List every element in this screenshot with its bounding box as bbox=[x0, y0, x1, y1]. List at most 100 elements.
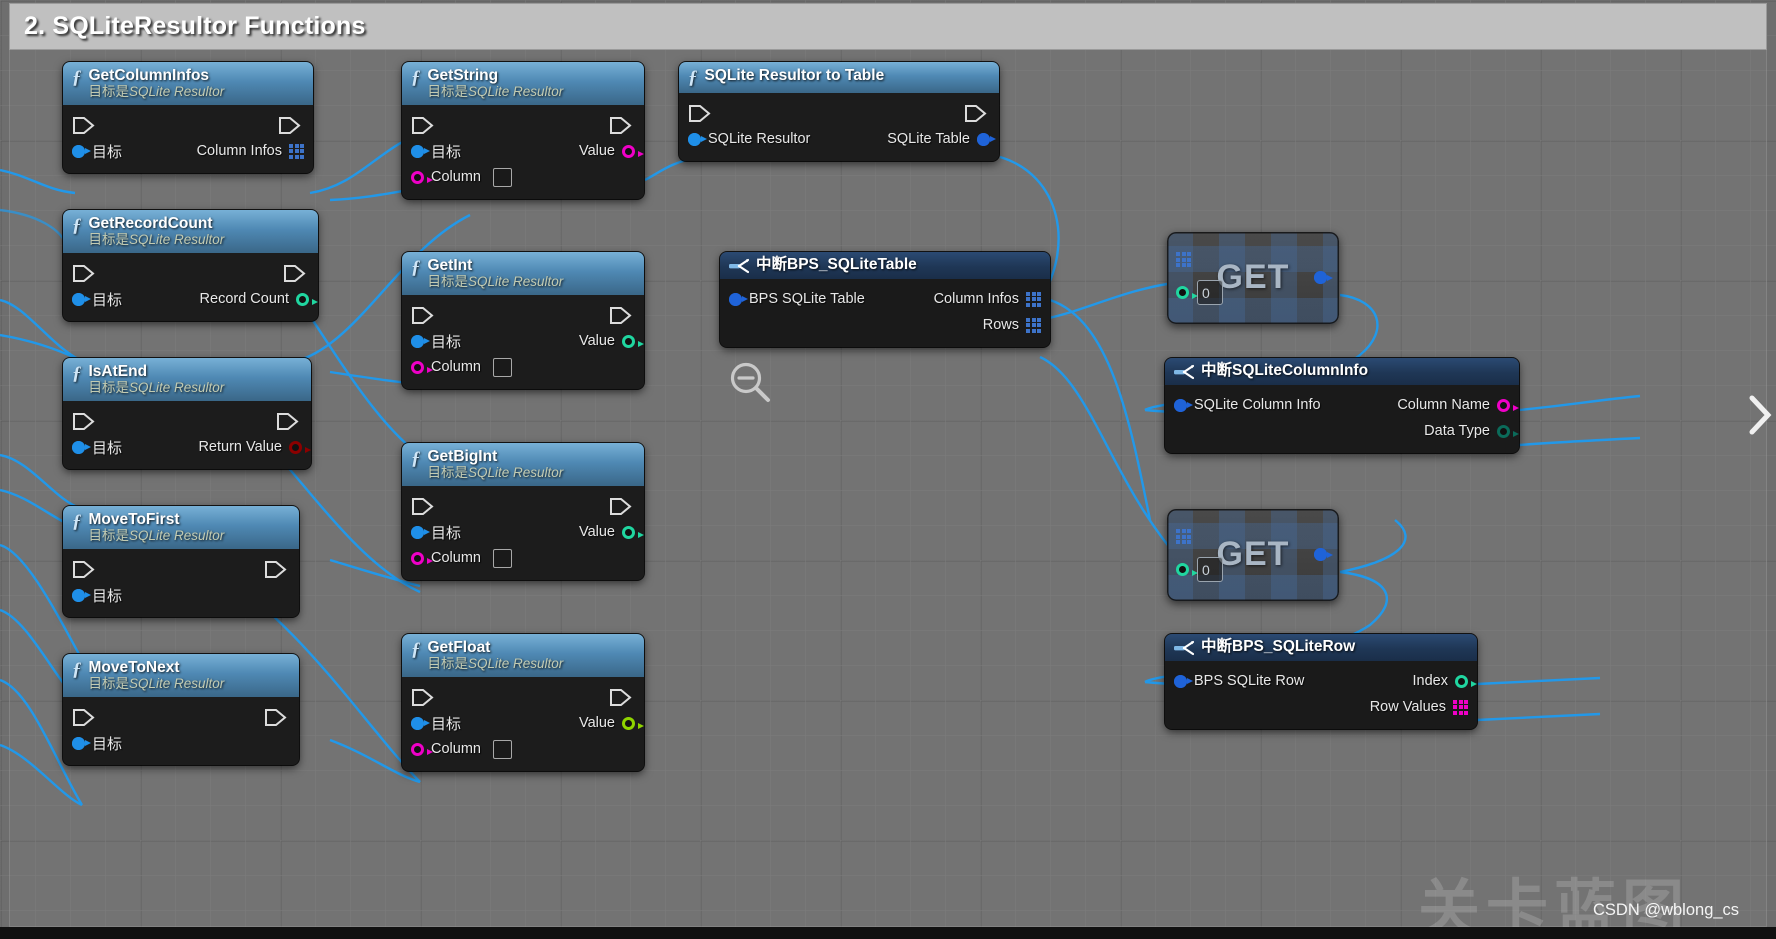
array-input-pin-icon[interactable] bbox=[1176, 529, 1191, 544]
node-get-array-element-top[interactable]: GET 0 bbox=[1167, 232, 1339, 324]
node-header[interactable]: ƒ GetBigInt 目标是SQLite Resultor bbox=[402, 443, 644, 487]
node-body: 目标 Value Column bbox=[402, 105, 644, 200]
input-pin-icon[interactable] bbox=[72, 292, 91, 306]
literal-value-field[interactable] bbox=[492, 548, 512, 568]
comment-title-bar[interactable]: 2. SQLiteResultor Functions bbox=[9, 3, 1767, 50]
node-header[interactable]: ƒ SQLite Resultor to Table bbox=[679, 62, 999, 93]
input-pin-icon[interactable] bbox=[729, 292, 748, 306]
node-get-bigint[interactable]: ƒ GetBigInt 目标是SQLite Resultor 目标 Value Colum… bbox=[402, 443, 644, 581]
exec-output-pin[interactable] bbox=[964, 104, 990, 123]
node-break-sqlitecolumninfo[interactable]: 中断SQLiteColumnInfo SQLite Column Info Colu… bbox=[1165, 358, 1519, 453]
node-header[interactable]: 中断BPS_SQLiteRow bbox=[1165, 634, 1477, 661]
literal-value-field[interactable] bbox=[492, 167, 512, 187]
exec-output-pin[interactable] bbox=[609, 116, 635, 135]
index-input-pin-icon[interactable] bbox=[1176, 286, 1198, 299]
exec-output-pin[interactable] bbox=[264, 708, 290, 727]
input-pin-icon[interactable] bbox=[411, 334, 430, 348]
exec-input-pin[interactable] bbox=[72, 708, 98, 727]
input-pin-icon[interactable] bbox=[1174, 674, 1193, 688]
exec-output-pin[interactable] bbox=[276, 412, 302, 431]
zoom-out-icon[interactable] bbox=[727, 359, 773, 405]
output-pin-icon[interactable] bbox=[1453, 699, 1468, 715]
node-header[interactable]: ƒ IsAtEnd 目标是SQLite Resultor bbox=[63, 358, 311, 402]
node-header[interactable]: ƒ GetString 目标是SQLite Resultor bbox=[402, 62, 644, 106]
node-body: 目标 Value Column bbox=[402, 677, 644, 772]
output-pin-icon[interactable] bbox=[1455, 674, 1477, 688]
literal-value-field[interactable] bbox=[492, 357, 512, 377]
element-output-pin-icon[interactable] bbox=[1314, 548, 1333, 561]
output-pin-icon[interactable] bbox=[622, 525, 644, 539]
node-break-bps-sqlitetable[interactable]: 中断BPS_SQLiteTable BPS SQLite Table Column … bbox=[720, 252, 1050, 347]
chevron-right-icon[interactable] bbox=[1748, 392, 1774, 438]
node-title: GetInt bbox=[427, 257, 473, 274]
output-pin-icon[interactable] bbox=[289, 440, 311, 454]
input-pin-icon[interactable] bbox=[411, 742, 433, 756]
exec-input-pin[interactable] bbox=[72, 116, 98, 135]
input-pin-icon[interactable] bbox=[688, 132, 707, 146]
exec-input-pin[interactable] bbox=[72, 560, 98, 579]
output-pin-icon[interactable] bbox=[289, 143, 304, 159]
node-get-string[interactable]: ƒ GetString 目标是SQLite Resultor 目标 Value Colum… bbox=[402, 62, 644, 200]
input-pin-icon[interactable] bbox=[411, 551, 433, 565]
node-move-to-first[interactable]: ƒ MoveToFirst 目标是SQLite Resultor 目标 bbox=[63, 506, 299, 618]
exec-output-pin[interactable] bbox=[609, 688, 635, 707]
node-get-int[interactable]: ƒ GetInt 目标是SQLite Resultor 目标 Value Column bbox=[402, 252, 644, 390]
node-header[interactable]: ƒ GetFloat 目标是SQLite Resultor bbox=[402, 634, 644, 678]
node-move-to-next[interactable]: ƒ MoveToNext 目标是SQLite Resultor 目标 bbox=[63, 654, 299, 766]
output-pin-icon[interactable] bbox=[622, 144, 644, 158]
output-pin-icon[interactable] bbox=[622, 334, 644, 348]
node-subtitle: 目标是SQLite Resultor bbox=[88, 232, 225, 248]
element-output-pin-icon[interactable] bbox=[1314, 271, 1333, 284]
exec-output-pin[interactable] bbox=[609, 306, 635, 325]
node-header[interactable]: 中断SQLiteColumnInfo bbox=[1165, 358, 1519, 385]
node-is-at-end[interactable]: ƒ IsAtEnd 目标是SQLite Resultor 目标 Return Value bbox=[63, 358, 311, 470]
exec-output-pin[interactable] bbox=[264, 560, 290, 579]
node-sqlite-resultor-to-table[interactable]: ƒ SQLite Resultor to Table SQLite Resultor… bbox=[679, 62, 999, 161]
index-value-field[interactable]: 0 bbox=[1197, 557, 1223, 582]
output-pin-icon[interactable] bbox=[1497, 398, 1519, 412]
node-header[interactable]: ƒ GetColumnInfos 目标是SQLite Resultor bbox=[63, 62, 313, 106]
exec-input-pin[interactable] bbox=[411, 306, 437, 325]
output-pin-icon[interactable] bbox=[1026, 291, 1041, 307]
exec-input-pin[interactable] bbox=[688, 104, 714, 123]
exec-output-pin[interactable] bbox=[278, 116, 304, 135]
input-pin-icon[interactable] bbox=[72, 440, 91, 454]
node-header[interactable]: ƒ GetInt 目标是SQLite Resultor bbox=[402, 252, 644, 296]
input-pin-icon[interactable] bbox=[72, 588, 91, 602]
exec-input-pin[interactable] bbox=[411, 497, 437, 516]
exec-output-pin[interactable] bbox=[283, 264, 309, 283]
node-get-float[interactable]: ƒ GetFloat 目标是SQLite Resultor 目标 Value Column bbox=[402, 634, 644, 772]
node-get-record-count[interactable]: ƒ GetRecordCount 目标是SQLite Resultor 目标 Recor… bbox=[63, 210, 318, 322]
exec-input-pin[interactable] bbox=[411, 688, 437, 707]
node-get-column-infos[interactable]: ƒ GetColumnInfos 目标是SQLite Resultor 目标 Colum… bbox=[63, 62, 313, 174]
output-pin-icon[interactable] bbox=[1497, 424, 1519, 438]
exec-input-pin[interactable] bbox=[72, 412, 98, 431]
input-pin-icon[interactable] bbox=[411, 170, 433, 184]
literal-value-field[interactable] bbox=[492, 739, 512, 759]
node-get-array-element-bottom[interactable]: GET 0 bbox=[1167, 509, 1339, 601]
node-header[interactable]: ƒ MoveToNext 目标是SQLite Resultor bbox=[63, 654, 299, 698]
blueprint-graph-canvas[interactable]: 2. SQLiteResultor Functions ƒ GetColumnIn… bbox=[0, 0, 1776, 939]
input-pin-icon[interactable] bbox=[72, 144, 91, 158]
exec-input-pin[interactable] bbox=[411, 116, 437, 135]
exec-output-pin[interactable] bbox=[609, 497, 635, 516]
node-header[interactable]: 中断BPS_SQLiteTable bbox=[720, 252, 1050, 279]
array-input-pin-icon[interactable] bbox=[1176, 252, 1191, 267]
input-pin-icon[interactable] bbox=[411, 525, 430, 539]
node-header[interactable]: ƒ GetRecordCount 目标是SQLite Resultor bbox=[63, 210, 318, 254]
node-header[interactable]: ƒ MoveToFirst 目标是SQLite Resultor bbox=[63, 506, 299, 550]
input-pin-icon[interactable] bbox=[411, 716, 430, 730]
node-break-bps-sqliterow[interactable]: 中断BPS_SQLiteRow BPS SQLite Row Index Row Va… bbox=[1165, 634, 1477, 729]
input-pin-icon[interactable] bbox=[1174, 398, 1193, 412]
exec-input-pin[interactable] bbox=[72, 264, 98, 283]
output-pin-icon[interactable] bbox=[622, 716, 644, 730]
index-value-field[interactable]: 0 bbox=[1197, 280, 1223, 305]
index-input-pin-icon[interactable] bbox=[1176, 563, 1198, 576]
output-pin-icon[interactable] bbox=[977, 132, 996, 146]
output-pin-icon[interactable] bbox=[1026, 317, 1041, 333]
output-pin-label: Value bbox=[578, 715, 615, 732]
output-pin-icon[interactable] bbox=[296, 292, 318, 306]
input-pin-icon[interactable] bbox=[72, 736, 91, 750]
input-pin-icon[interactable] bbox=[411, 144, 430, 158]
input-pin-icon[interactable] bbox=[411, 360, 433, 374]
